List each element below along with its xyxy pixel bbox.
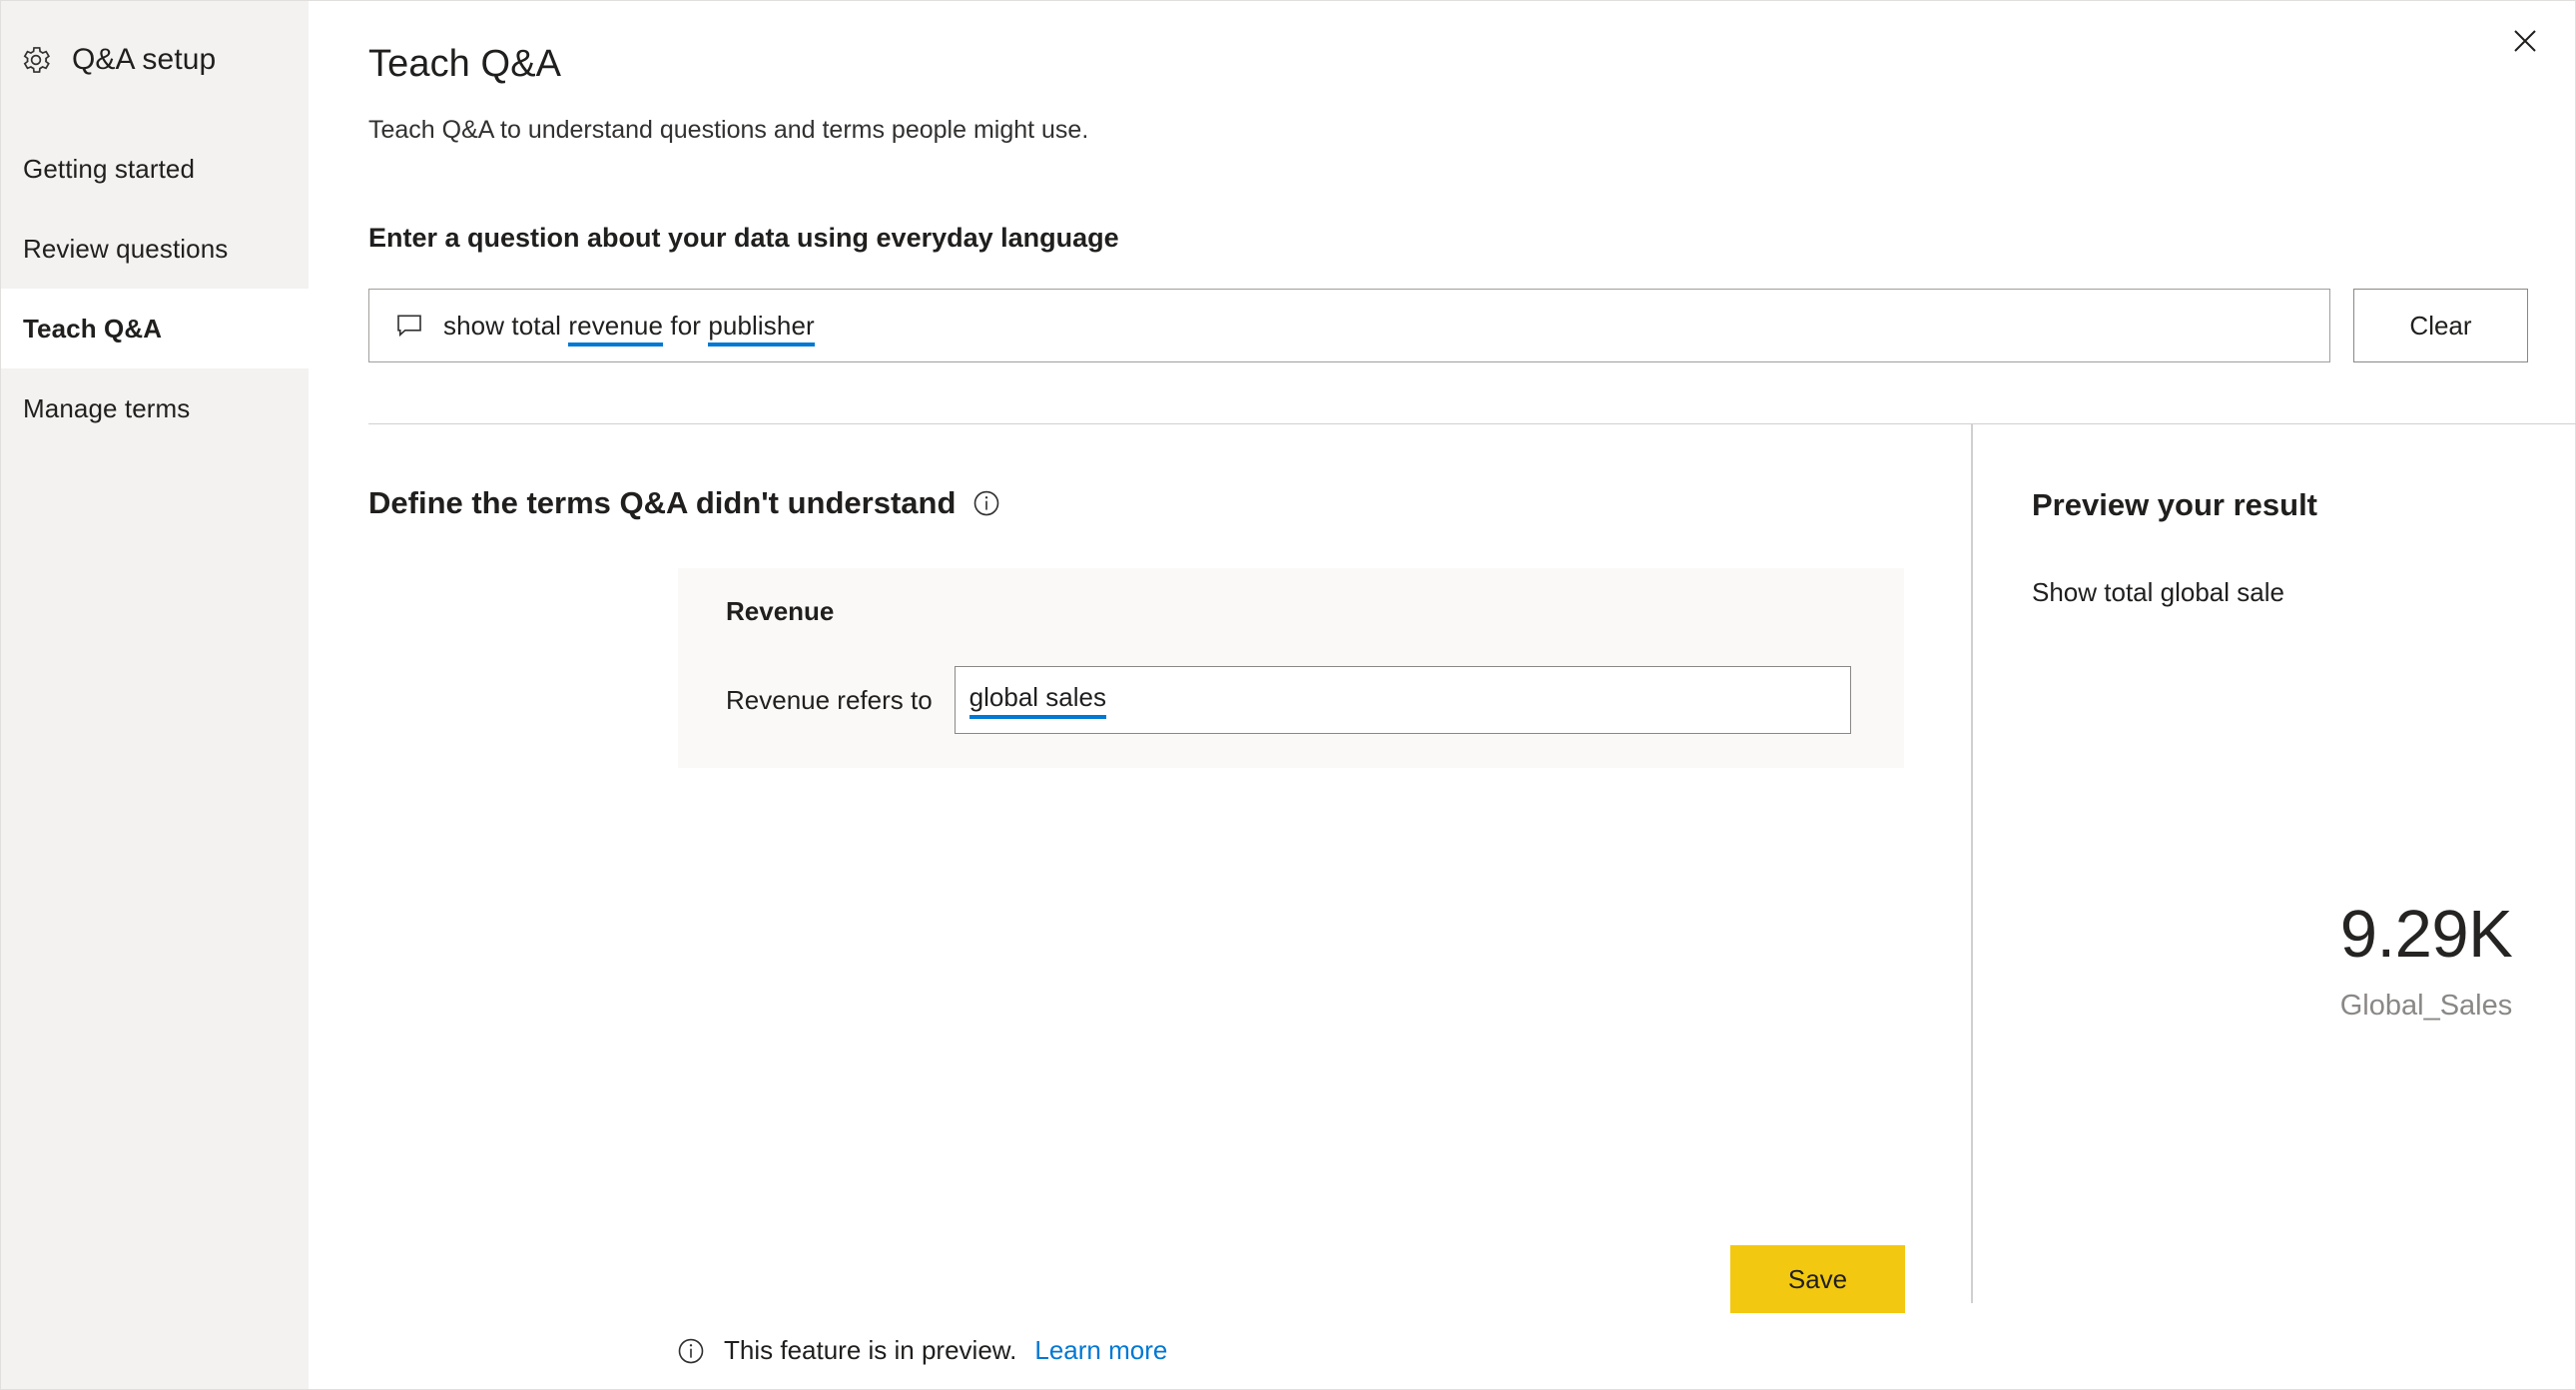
question-input-value: show total revenue for publisher <box>443 310 815 347</box>
term-definition-input[interactable]: global sales <box>954 666 1851 734</box>
question-token-publisher[interactable]: publisher <box>708 310 815 347</box>
define-terms-label: Define the terms Q&A didn't understand <box>368 485 957 520</box>
preview-question-text: Show total global sale <box>2032 577 2284 607</box>
kpi-value: 9.29K <box>2339 897 2513 972</box>
sidebar-item-getting-started[interactable]: Getting started <box>1 129 309 209</box>
preview-kpi-card: 9.29K Global_Sales <box>2032 897 2576 1023</box>
page-subtitle: Teach Q&A to understand questions and te… <box>368 116 1089 144</box>
preview-title: Preview your result <box>2032 487 2318 522</box>
sidebar-header: Q&A setup <box>1 35 309 85</box>
kpi-label: Global_Sales <box>2339 990 2513 1023</box>
sidebar-item-teach-qa[interactable]: Teach Q&A <box>1 289 309 368</box>
save-button[interactable]: Save <box>1730 1245 1905 1313</box>
sidebar: Q&A setup Getting started Review questio… <box>1 1 309 1389</box>
horizontal-divider <box>368 423 2576 424</box>
info-icon[interactable] <box>971 488 1001 518</box>
sidebar-item-manage-terms[interactable]: Manage terms <box>1 368 309 448</box>
question-input[interactable]: show total revenue for publisher <box>368 289 2330 362</box>
vertical-divider <box>1971 424 1973 1303</box>
term-refers-to-label: Revenue refers to <box>726 684 933 715</box>
term-name: Revenue <box>726 596 835 626</box>
info-icon <box>676 1336 706 1366</box>
sidebar-item-label: Getting started <box>23 153 196 184</box>
define-terms-heading: Define the terms Q&A didn't understand <box>368 485 1001 521</box>
clear-button[interactable]: Clear <box>2353 289 2528 362</box>
main-panel: Teach Q&A Teach Q&A to understand questi… <box>309 1 2576 1389</box>
sidebar-item-label: Manage terms <box>23 392 191 423</box>
preview-notice-text: This feature is in preview. <box>724 1335 1017 1365</box>
term-definition-value: global sales <box>968 682 1106 719</box>
sidebar-item-label: Teach Q&A <box>23 313 163 344</box>
qa-setup-dialog: Q&A setup Getting started Review questio… <box>0 0 2576 1390</box>
question-token-plain: show total <box>443 310 569 341</box>
close-button[interactable] <box>2497 15 2553 71</box>
term-definition-row: Revenue refers to global sales <box>726 666 1851 734</box>
question-token-plain-2: for <box>663 310 709 341</box>
page-title: Teach Q&A <box>368 43 562 85</box>
sidebar-item-label: Review questions <box>23 233 229 264</box>
chat-bubble-icon <box>394 311 424 341</box>
learn-more-link[interactable]: Learn more <box>1034 1335 1167 1366</box>
sidebar-nav: Getting started Review questions Teach Q… <box>1 129 309 448</box>
question-token-revenue[interactable]: revenue <box>568 310 664 347</box>
sidebar-title-label: Q&A setup <box>72 43 217 76</box>
gear-icon <box>19 43 53 77</box>
question-section-label: Enter a question about your data using e… <box>368 223 1119 253</box>
sidebar-item-review-questions[interactable]: Review questions <box>1 209 309 289</box>
close-icon <box>2510 26 2540 61</box>
term-definition-card: Revenue Revenue refers to global sales <box>678 568 1904 768</box>
preview-notice: This feature is in preview. Learn more <box>676 1335 1167 1366</box>
question-row: show total revenue for publisher Clear <box>368 289 2528 362</box>
